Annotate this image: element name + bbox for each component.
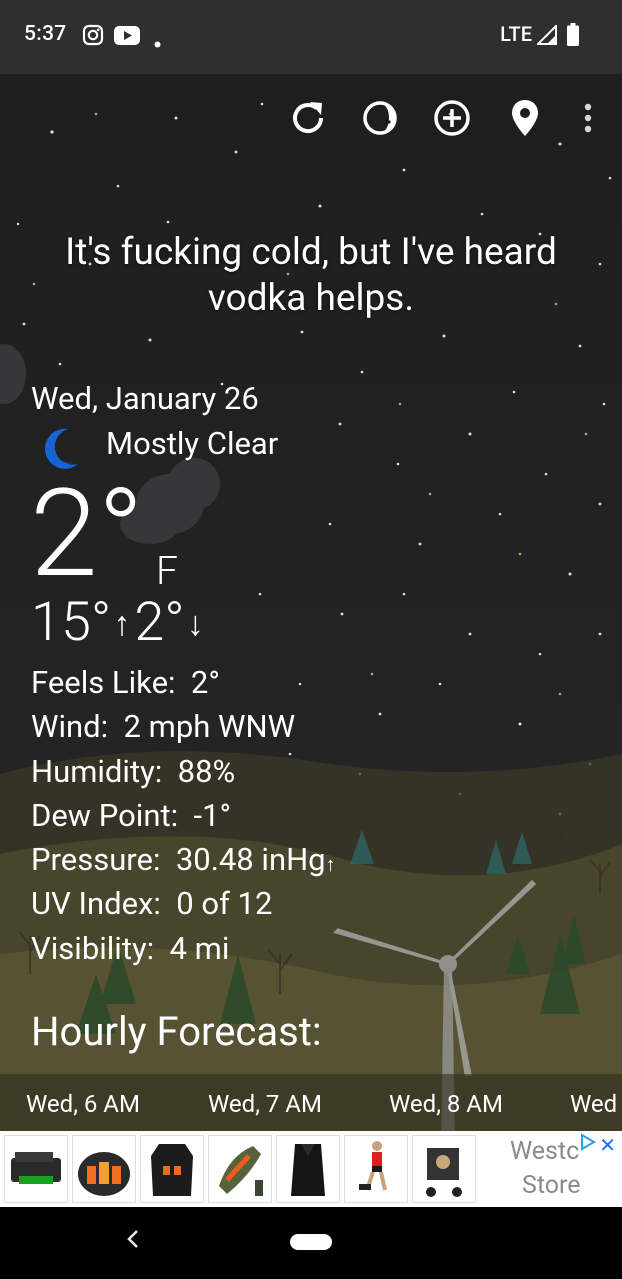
hourly-item[interactable]: Wed, 6 AM: [26, 1090, 140, 1118]
up-arrow-icon: ↑: [113, 603, 131, 644]
ad-close-icon[interactable]: ✕: [599, 1133, 616, 1157]
weather-scene: It's fucking cold, but I've heard vodka …: [0, 74, 622, 1207]
ad-product-image[interactable]: [412, 1135, 476, 1203]
temperature-unit[interactable]: F: [156, 548, 178, 594]
ad-store-name: Westc: [510, 1137, 580, 1166]
down-arrow-icon: ↓: [186, 603, 204, 644]
youtube-icon: [114, 26, 140, 49]
high-low-temperature: 15°↑2°↓: [31, 590, 208, 659]
battery-icon: [567, 23, 579, 50]
ad-product-image[interactable]: [140, 1135, 204, 1203]
ad-product-image[interactable]: [4, 1135, 68, 1203]
system-navigation-bar: [0, 1207, 622, 1279]
signal-icon: [535, 23, 557, 49]
ad-product-image[interactable]: [344, 1135, 408, 1203]
ad-choices-icon[interactable]: [580, 1133, 596, 1155]
hourly-item[interactable]: Wed: [570, 1090, 617, 1118]
theme-icon: [363, 101, 397, 135]
hourly-forecast-title: Hourly Forecast:: [31, 1008, 322, 1055]
location-button[interactable]: [503, 96, 547, 140]
add-location-icon: [434, 100, 470, 136]
instagram-icon: [82, 24, 104, 50]
pressure-trend-icon: ↑: [325, 852, 336, 877]
refresh-icon: [293, 102, 324, 134]
detail-pressure: Pressure: 30.48 inHg↑: [31, 841, 336, 879]
weather-details: Feels Like: 2° Wind: 2 mph WNW Humidity:…: [31, 661, 336, 971]
current-date: Wed, January 26: [31, 380, 259, 417]
add-location-button[interactable]: [430, 96, 474, 140]
status-bar: 5:37 LTE: [0, 0, 622, 74]
detail-visibility: Visibility: 4 mi: [31, 929, 230, 967]
detail-wind: Wind: 2 mph WNW: [31, 708, 296, 746]
more-options-button[interactable]: [566, 96, 610, 140]
current-temperature: 2°: [30, 462, 144, 605]
home-button[interactable]: [290, 1234, 332, 1250]
detail-uv-index: UV Index: 0 of 12: [31, 885, 273, 923]
weather-quip: It's fucking cold, but I've heard vodka …: [65, 231, 557, 320]
status-time: 5:37: [24, 22, 67, 46]
theme-button[interactable]: [358, 96, 402, 140]
more-vert-icon: [584, 103, 592, 133]
hourly-item[interactable]: Wed, 8 AM: [389, 1090, 503, 1118]
hourly-item[interactable]: Wed, 7 AM: [208, 1090, 322, 1118]
location-pin-icon: [512, 100, 538, 136]
ad-banner[interactable]: Westc Store ✕: [0, 1131, 622, 1207]
ad-product-image[interactable]: [208, 1135, 272, 1203]
ad-store-subtitle: Store: [522, 1171, 581, 1200]
dot-icon: [154, 33, 161, 52]
ad-product-image[interactable]: [72, 1135, 136, 1203]
detail-humidity: Humidity: 88%: [31, 752, 236, 790]
ad-product-image[interactable]: [276, 1135, 340, 1203]
condition-text: Mostly Clear: [106, 425, 279, 462]
detail-feels-like: Feels Like: 2°: [31, 664, 220, 701]
refresh-button[interactable]: [286, 96, 330, 140]
network-type: LTE: [500, 22, 532, 46]
high-temp: 15°: [31, 591, 112, 654]
low-temp: 2°: [134, 591, 185, 654]
hourly-forecast-strip[interactable]: Wed, 6 AM Wed, 7 AM Wed, 8 AM Wed: [0, 1074, 622, 1135]
back-button[interactable]: [126, 1227, 140, 1257]
detail-dew-point: Dew Point: -1°: [31, 796, 232, 834]
back-icon: [127, 1230, 138, 1248]
